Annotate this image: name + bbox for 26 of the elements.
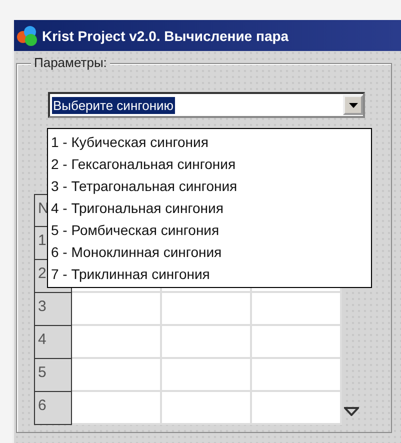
- table-cell[interactable]: [162, 359, 252, 392]
- table-cell[interactable]: [252, 293, 342, 326]
- dropdown-option[interactable]: 2 - Гексагональная сингония: [48, 153, 371, 175]
- dropdown-arrow-icon: [348, 102, 358, 108]
- group-label: Параметры:: [31, 55, 110, 70]
- table-cell[interactable]: [162, 293, 252, 326]
- table-cell[interactable]: [72, 326, 162, 359]
- scroll-down-icon[interactable]: [344, 407, 359, 416]
- table-cell[interactable]: [252, 392, 342, 425]
- row-header: 5: [34, 359, 72, 392]
- dropdown-value: Выберите сингонию: [52, 96, 175, 114]
- table-cell[interactable]: [252, 359, 342, 392]
- row-header: 4: [34, 326, 72, 359]
- row-header: 3: [34, 293, 72, 326]
- table-cell[interactable]: [72, 359, 162, 392]
- row-header: 6: [34, 392, 72, 425]
- table-cell[interactable]: [162, 326, 252, 359]
- window-title: Krist Project v2.0. Вычисление пара: [42, 28, 289, 44]
- table-cell[interactable]: [72, 293, 162, 326]
- table-cell[interactable]: [252, 326, 342, 359]
- table-cell[interactable]: [72, 392, 162, 425]
- dropdown-option[interactable]: 3 - Тетрагональная сингония: [48, 175, 371, 197]
- table-cell[interactable]: [162, 392, 252, 425]
- dropdown-option[interactable]: 1 - Кубическая сингония: [48, 131, 371, 153]
- syngony-dropdown[interactable]: Выберите сингонию: [48, 92, 365, 118]
- app-logo-icon: [16, 24, 38, 46]
